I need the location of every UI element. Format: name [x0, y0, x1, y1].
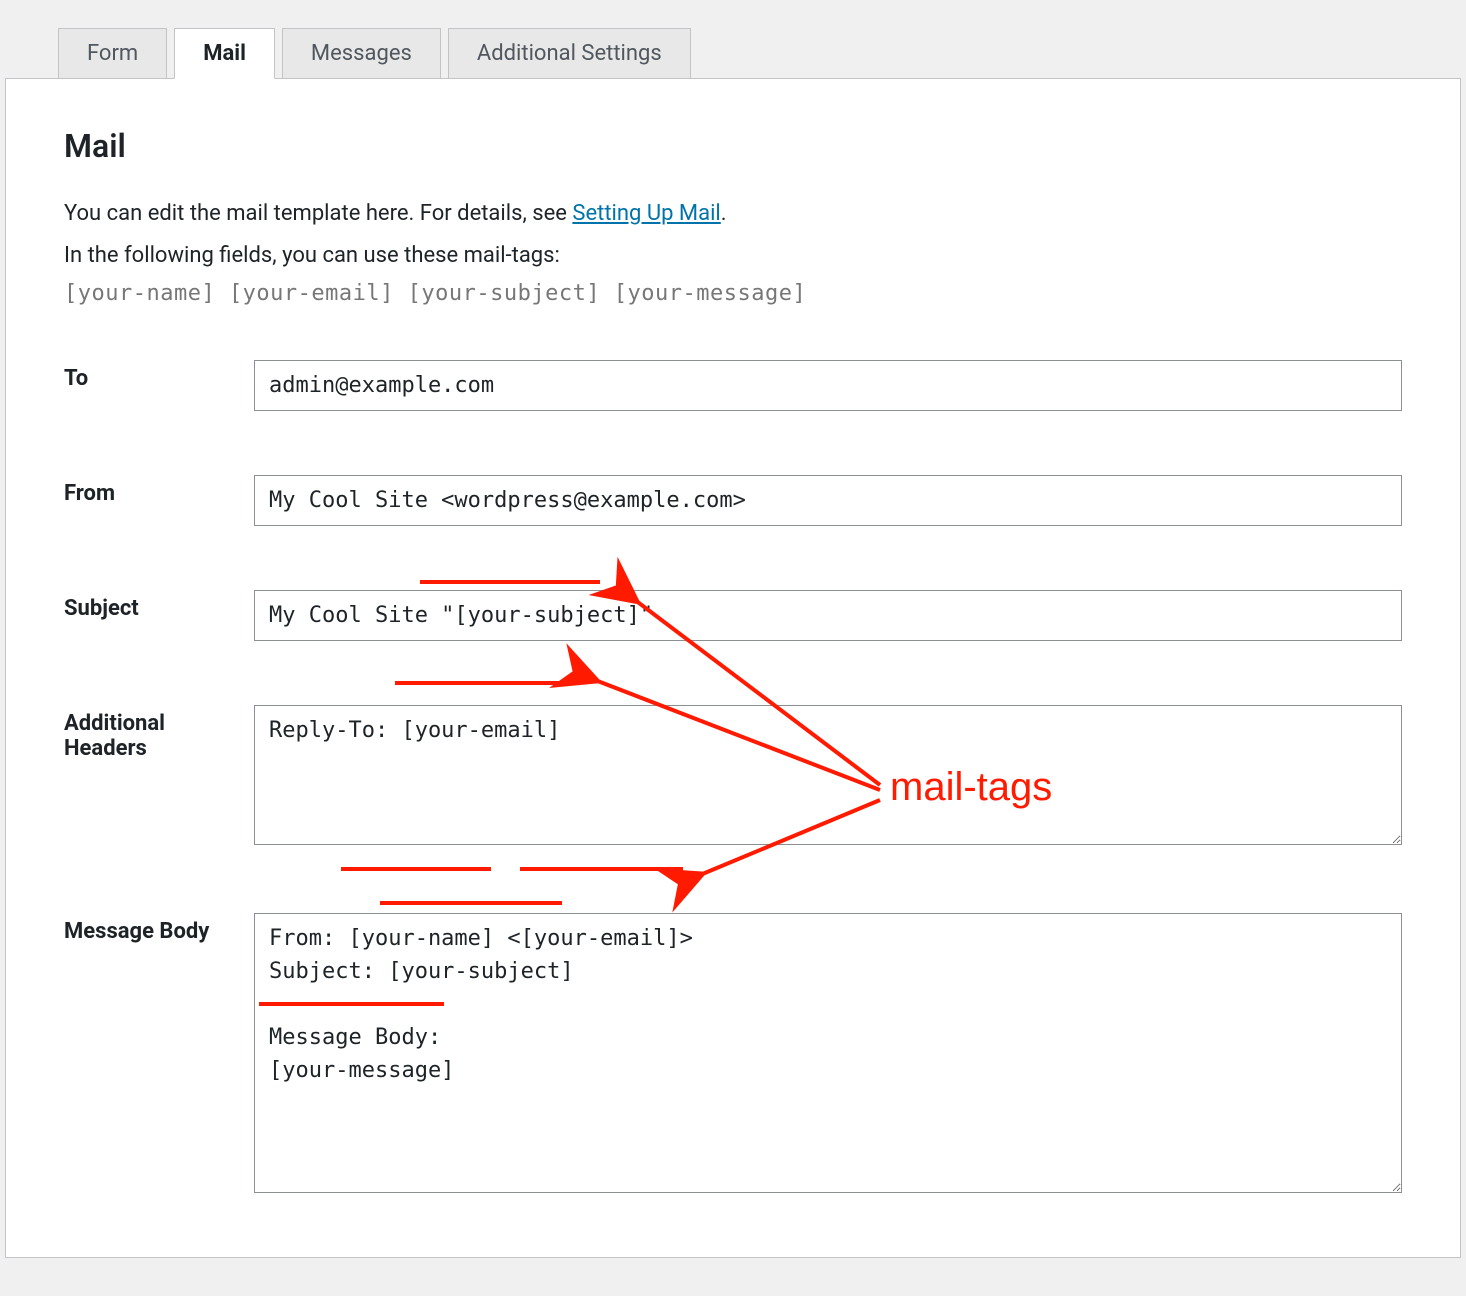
message-body-input[interactable]	[254, 913, 1402, 1193]
mail-panel: Mail You can edit the mail template here…	[5, 78, 1461, 1258]
tab-mail[interactable]: Mail	[174, 28, 275, 79]
intro-text-post: .	[721, 201, 727, 226]
from-label: From	[64, 481, 115, 506]
intro-line-1: You can edit the mail template here. For…	[64, 197, 1402, 231]
tab-additional-settings[interactable]: Additional Settings	[448, 28, 691, 79]
tab-form[interactable]: Form	[58, 28, 167, 79]
additional-headers-input[interactable]	[254, 705, 1402, 845]
tab-messages[interactable]: Messages	[282, 28, 441, 79]
setting-up-mail-link[interactable]: Setting Up Mail	[572, 201, 720, 226]
from-input[interactable]	[254, 475, 1402, 526]
available-mailtags: [your-name] [your-email] [your-subject] …	[64, 281, 1402, 306]
intro-line-2: In the following fields, you can use the…	[64, 239, 1402, 273]
subject-input[interactable]	[254, 590, 1402, 641]
to-label: To	[64, 366, 88, 391]
to-input[interactable]	[254, 360, 1402, 411]
message-body-label: Message Body	[64, 919, 209, 944]
intro-text: You can edit the mail template here. For…	[64, 201, 572, 226]
additional-headers-label: Additional Headers	[64, 711, 165, 761]
tab-bar: Form Mail Messages Additional Settings	[0, 0, 1466, 79]
section-title: Mail	[64, 127, 1402, 165]
subject-label: Subject	[64, 596, 139, 621]
mail-form-table: To From Subject Additional Headers Messa…	[64, 348, 1402, 1209]
annotation-label: mail-tags	[890, 765, 1052, 810]
